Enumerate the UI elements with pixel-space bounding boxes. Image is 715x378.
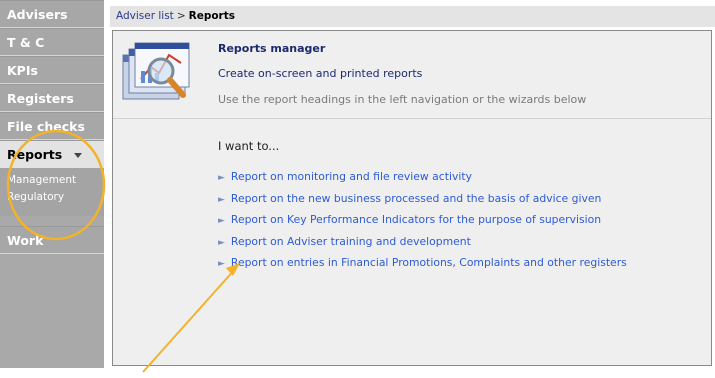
- sidebar-nav: Advisers T & C KPIs Registers File check…: [0, 0, 104, 368]
- breadcrumb-current: Reports: [188, 10, 236, 22]
- sidebar-item-file-checks[interactable]: File checks: [0, 112, 104, 140]
- sidebar-item-reports-label: Reports: [7, 147, 63, 162]
- wizard-link-label: Report on the new business processed and…: [230, 191, 602, 205]
- wizard-link-new-business[interactable]: ► Report on the new business processed an…: [218, 189, 627, 211]
- wizard-link-kpis[interactable]: ► Report on Key Performance Indicators fo…: [218, 210, 627, 232]
- sidebar-item-reports[interactable]: Reports: [0, 140, 104, 168]
- arrow-right-icon: ►: [218, 173, 225, 183]
- breadcrumb-link-adviser-list[interactable]: Adviser list: [116, 10, 174, 22]
- wizard-links: ► Report on monitoring and file review ac…: [218, 167, 627, 275]
- wizard-heading: I want to...: [218, 139, 280, 153]
- sidebar-item-work[interactable]: Work: [0, 226, 104, 254]
- wizard-link-registers[interactable]: ► Report on entries in Financial Promotio…: [218, 253, 627, 275]
- sidebar-item-t-and-c[interactable]: T & C: [0, 28, 104, 56]
- wizard-link-label: Report on Adviser training and developme…: [230, 234, 471, 248]
- reports-panel: Reports manager Create on-screen and pri…: [112, 30, 712, 366]
- wizard-link-training[interactable]: ► Report on Adviser training and developm…: [218, 232, 627, 254]
- breadcrumb: Adviser list > Reports: [110, 6, 715, 27]
- caret-down-icon: [74, 153, 83, 158]
- page-subtitle: Create on-screen and printed reports: [218, 67, 423, 80]
- page-hint: Use the report headings in the left navi…: [218, 93, 587, 106]
- subnav-item-regulatory[interactable]: Regulatory: [7, 189, 104, 206]
- wizard-link-label: Report on Key Performance Indicators for…: [230, 213, 602, 226]
- sidebar-item-registers[interactable]: Registers: [0, 84, 104, 112]
- page-title: Reports manager: [218, 42, 326, 55]
- page-root: Advisers T & C KPIs Registers File check…: [0, 0, 715, 378]
- breadcrumb-separator: >: [176, 10, 186, 22]
- arrow-right-icon: ►: [218, 194, 225, 205]
- arrow-right-icon: ►: [218, 237, 225, 248]
- reports-magnifier-icon: [122, 42, 190, 100]
- arrow-right-icon: ►: [218, 259, 225, 269]
- reports-subnav: Management Regulatory: [0, 168, 104, 216]
- sidebar-gap: [0, 216, 104, 226]
- arrow-right-icon: ►: [218, 216, 225, 226]
- wizard-link-label: Report on entries in Financial Promotion…: [230, 256, 627, 269]
- wizard-link-monitoring[interactable]: ► Report on monitoring and file review ac…: [218, 167, 627, 189]
- sidebar-item-advisers[interactable]: Advisers: [0, 0, 104, 28]
- subnav-item-management[interactable]: Management: [7, 172, 104, 189]
- sidebar-item-kpis[interactable]: KPIs: [0, 56, 104, 84]
- wizard-link-label: Report on monitoring and file review act…: [230, 170, 472, 183]
- reports-header: Reports manager Create on-screen and pri…: [113, 31, 711, 119]
